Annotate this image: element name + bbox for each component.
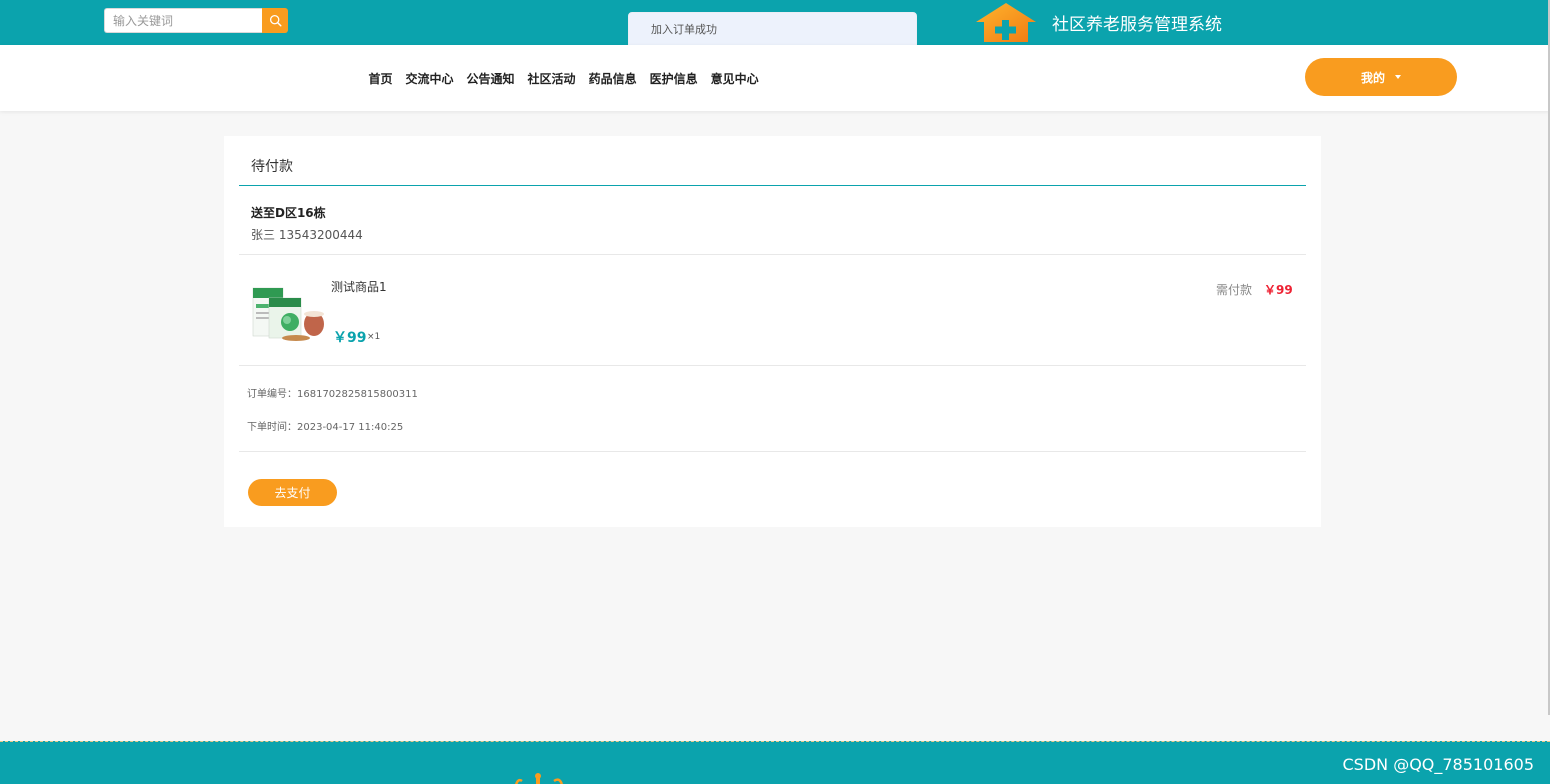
order-card: 待付款 送至D区16栋 张三 13543200444 测试商品1 ￥99 ×1 … (224, 136, 1321, 527)
footer: CSDN @QQ_785101605 (0, 741, 1550, 784)
product-thumbnail[interactable] (252, 282, 326, 342)
nav-item-activities[interactable]: 社区活动 (521, 70, 582, 87)
nav-bar: 首页 交流中心 公告通知 社区活动 药品信息 医护信息 意见中心 我的 (0, 45, 1550, 111)
order-number-label: 订单编号： (247, 389, 297, 400)
title-divider (239, 185, 1306, 186)
order-status-title: 待付款 (251, 159, 293, 175)
brand: 社区养老服务管理系统 (974, 0, 1222, 45)
toast-notification: 加入订单成功 (628, 12, 917, 46)
delivery-address: 送至D区16栋 (251, 206, 326, 220)
order-number-value: 1681702825815800311 (297, 389, 418, 400)
product-name[interactable]: 测试商品1 (331, 278, 387, 295)
product-quantity: ×1 (367, 332, 381, 342)
footer-decoration-icon (515, 773, 563, 784)
search-icon (269, 14, 282, 27)
toast-message: 加入订单成功 (651, 23, 717, 36)
product-price: ￥99 (333, 330, 367, 346)
search-box (104, 8, 288, 33)
caret-down-icon (1395, 75, 1401, 79)
nav-item-feedback[interactable]: 意见中心 (704, 70, 765, 87)
order-number: 订单编号：1681702825815800311 (247, 385, 418, 400)
meta-divider (239, 451, 1306, 452)
order-time-label: 下单时间： (247, 422, 297, 433)
nav-item-forum[interactable]: 交流中心 (399, 70, 460, 87)
order-time: 下单时间：2023-04-17 11:40:25 (247, 418, 403, 433)
nav-item-medicine[interactable]: 药品信息 (582, 70, 643, 87)
order-time-value: 2023-04-17 11:40:25 (297, 422, 404, 433)
pay-button[interactable]: 去支付 (248, 479, 337, 506)
search-button[interactable] (262, 8, 288, 33)
need-pay-amount: ￥99 (1264, 283, 1293, 297)
search-input[interactable] (104, 8, 262, 33)
need-pay-label: 需付款 (1216, 283, 1253, 297)
delivery-contact: 张三 13543200444 (251, 228, 363, 242)
nav-item-home[interactable]: 首页 (362, 70, 399, 87)
user-menu-label: 我的 (1360, 70, 1385, 85)
address-divider (239, 254, 1306, 255)
watermark: CSDN @QQ_785101605 (1342, 755, 1534, 774)
nav-item-notices[interactable]: 公告通知 (460, 70, 521, 87)
system-title: 社区养老服务管理系统 (1052, 15, 1222, 35)
product-divider (239, 365, 1306, 366)
nav-item-medical-staff[interactable]: 医护信息 (643, 70, 704, 87)
house-plus-logo (976, 2, 1036, 42)
user-menu-button[interactable]: 我的 (1305, 58, 1457, 96)
main-nav: 首页 交流中心 公告通知 社区活动 药品信息 医护信息 意见中心 (362, 45, 765, 111)
